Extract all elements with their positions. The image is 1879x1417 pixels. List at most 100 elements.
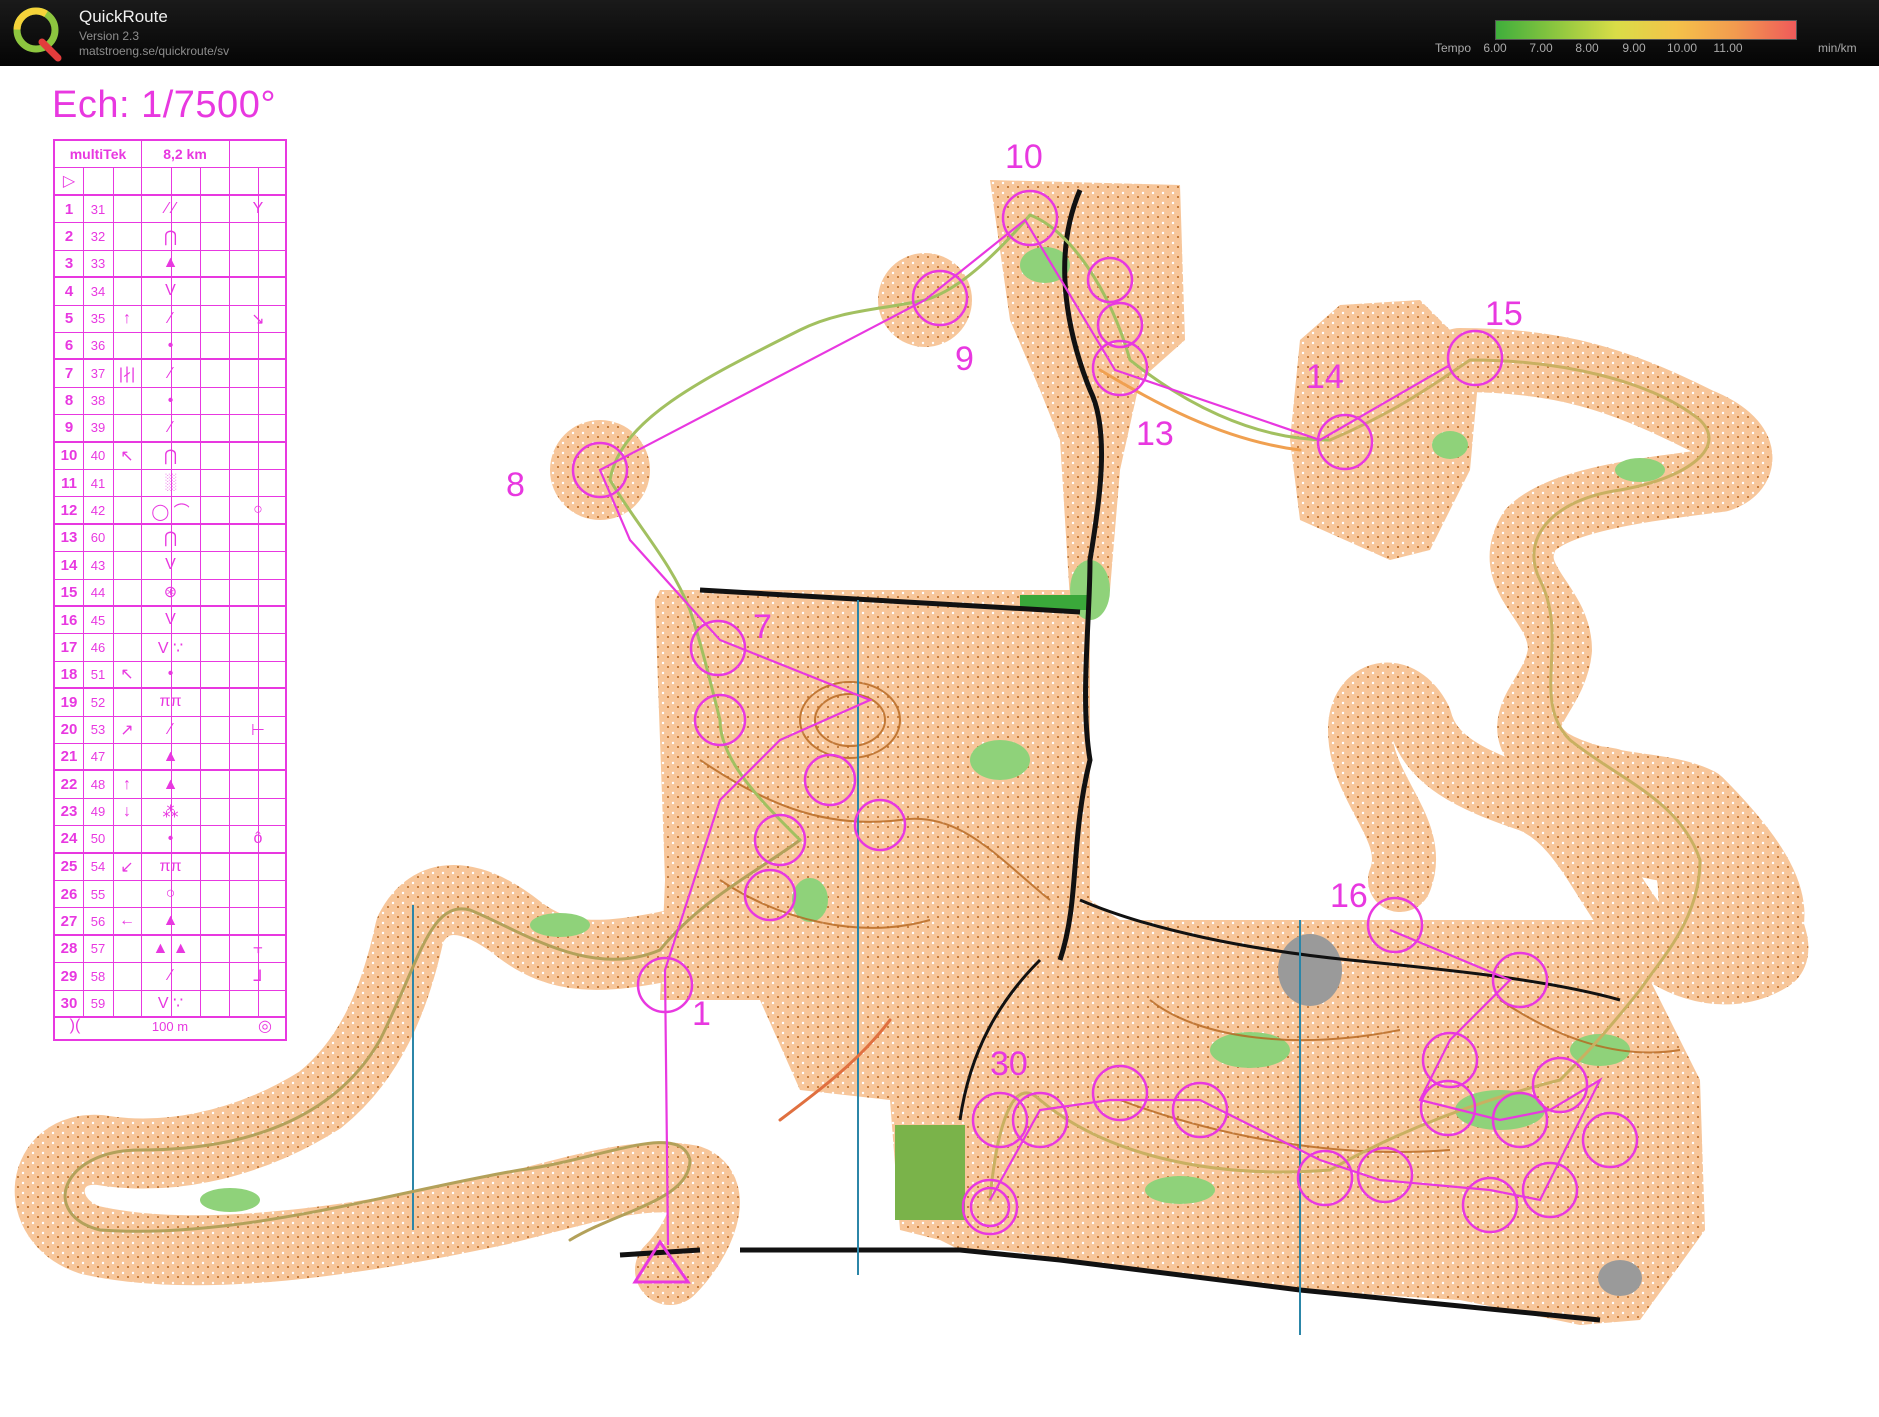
desc-row: 1141░ — [55, 470, 285, 498]
desc-control-number: 27 — [60, 912, 78, 930]
desc-control-number: 17 — [60, 639, 78, 657]
desc-row: 1544⊛ — [55, 579, 285, 607]
desc-control-number: 7 — [64, 365, 74, 383]
desc-control-code: 39 — [90, 420, 106, 436]
desc-control-number: 5 — [64, 310, 74, 328]
desc-direction-symbol — [113, 251, 141, 276]
desc-control-number: 9 — [64, 419, 74, 437]
desc-control-number: 8 — [64, 392, 74, 410]
desc-control-code: 33 — [90, 255, 106, 271]
pace-legend: Tempo 6.00 7.00 8.00 9.00 10.00 11.00 mi… — [1430, 16, 1875, 56]
desc-control-number: 23 — [60, 803, 78, 821]
desc-direction-symbol — [113, 196, 141, 222]
desc-control-code: 31 — [90, 201, 106, 217]
app-title: QuickRoute — [79, 7, 168, 26]
pace-legend-label: Tempo — [1435, 41, 1472, 55]
desc-control-number: 2 — [64, 228, 74, 246]
desc-control-number: 15 — [60, 583, 78, 601]
desc-header: multiTek 8,2 km — [55, 141, 285, 168]
app-header: QuickRoute Version 2.3 matstroeng.se/qui… — [0, 0, 1879, 66]
start-symbol-icon: ▷ — [62, 173, 76, 190]
desc-row: 1952ππ — [55, 689, 285, 717]
desc-control-code: 48 — [90, 777, 106, 793]
control-number: 30 — [990, 1045, 1028, 1083]
desc-control-number: 1 — [64, 200, 74, 218]
desc-control-code: 44 — [90, 584, 106, 600]
desc-direction-symbol — [113, 333, 141, 358]
desc-direction-symbol — [113, 826, 141, 851]
desc-direction-symbol: ↑ — [123, 309, 131, 327]
quickroute-logo-icon — [13, 7, 62, 62]
desc-control-code: 40 — [90, 448, 106, 464]
pace-tick: 7.00 — [1529, 41, 1553, 55]
desc-direction-symbol — [113, 525, 141, 551]
map-scale: Ech: 1/7500° — [52, 84, 277, 126]
desc-row: 1040↖⋂ — [55, 442, 285, 470]
desc-control-number: 24 — [60, 830, 78, 848]
desc-control-code: 34 — [90, 283, 106, 299]
desc-direction-symbol: |∤| — [118, 365, 136, 383]
desc-control-number: 26 — [60, 885, 78, 903]
desc-control-number: 10 — [60, 447, 78, 465]
desc-row: 939⁄ — [55, 415, 285, 443]
control-number: 7 — [753, 608, 772, 646]
desc-row: 333▲ — [55, 250, 285, 279]
desc-row: 1242◯ ⌒○ — [55, 497, 285, 525]
desc-direction-symbol: ↗ — [120, 721, 134, 739]
desc-row: 1360⋂ — [55, 524, 285, 553]
desc-control-code: 52 — [90, 694, 106, 710]
desc-control-code: 49 — [90, 804, 106, 820]
control-description-sheet: multiTek 8,2 km ▷ 131⁄ ⁄Y232⋂333▲434V535… — [53, 139, 287, 1041]
desc-footer: )( 100 m ◎ — [55, 1013, 285, 1039]
desc-control-number: 22 — [60, 776, 78, 794]
pace-tick: 11.00 — [1713, 41, 1743, 55]
pace-tick: 10.00 — [1666, 41, 1698, 55]
desc-control-number: 3 — [64, 254, 74, 272]
control-number: 1 — [692, 995, 711, 1033]
desc-row: 2053↗⁄⊢ — [55, 716, 285, 744]
desc-row: 17 46 V ∵ — [55, 634, 285, 662]
pace-legend-unit: min/km — [1818, 41, 1857, 55]
desc-direction-symbol: ↖ — [120, 447, 134, 465]
desc-direction-symbol — [113, 936, 141, 962]
desc-row: 535↑⁄↘ — [55, 305, 285, 333]
desc-row: 1443V — [55, 552, 285, 580]
desc-control-number: 18 — [60, 665, 78, 683]
desc-direction-symbol — [113, 689, 141, 715]
desc-row: 2554↙ππ — [55, 853, 285, 881]
desc-start-row: ▷ — [55, 168, 285, 196]
desc-control-number: 11 — [61, 474, 77, 492]
desc-direction-symbol — [113, 881, 141, 907]
desc-direction-symbol — [113, 415, 141, 440]
control-number: 8 — [506, 466, 525, 504]
desc-row: 131⁄ ⁄Y — [55, 196, 285, 224]
desc-row: 838• — [55, 387, 285, 416]
desc-control-code: 37 — [90, 366, 106, 382]
control-number: 13 — [1136, 415, 1174, 453]
desc-control-code: 51 — [90, 666, 106, 682]
finish-circle-icon: ◎ — [258, 1018, 272, 1035]
desc-direction-symbol: ← — [119, 912, 135, 930]
desc-direction-symbol — [113, 580, 141, 605]
pace-gradient-bar — [1495, 20, 1797, 40]
desc-direction-symbol: ↓ — [123, 802, 131, 820]
desc-direction-symbol — [113, 963, 141, 989]
control-number: 9 — [955, 340, 974, 378]
app-url: matstroeng.se/quickroute/sv — [79, 44, 230, 58]
desc-control-code: 60 — [90, 530, 106, 546]
desc-control-number: 12 — [60, 501, 78, 519]
desc-row: 2756←▲ — [55, 908, 285, 936]
desc-control-number: 21 — [60, 748, 78, 766]
desc-direction-symbol: ↙ — [120, 858, 134, 876]
pace-tick: 6.00 — [1483, 41, 1507, 55]
desc-row: 737|∤|⁄ — [55, 360, 285, 388]
desc-row: 232⋂ — [55, 223, 285, 251]
desc-control-code: 53 — [90, 722, 106, 738]
desc-control-code: 32 — [90, 229, 106, 245]
desc-control-code: 42 — [90, 502, 106, 518]
desc-control-number: 14 — [60, 556, 78, 574]
desc-control-number: 6 — [64, 337, 74, 355]
desc-control-number: 20 — [60, 721, 78, 739]
desc-event-name: multiTek — [69, 146, 127, 162]
control-number: 15 — [1485, 295, 1523, 333]
